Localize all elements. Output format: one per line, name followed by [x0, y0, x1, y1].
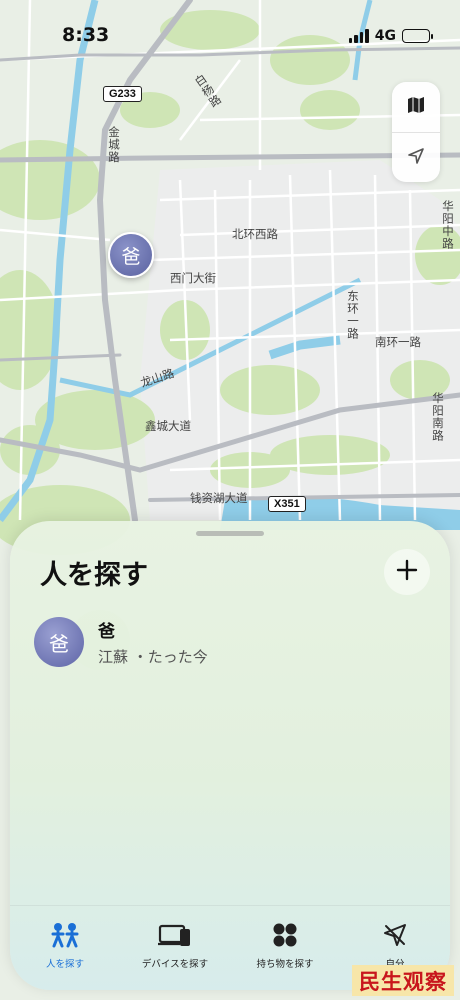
map-label-qian-zi-hu-da-dao: 钱资湖大道	[190, 491, 248, 505]
map-controls	[392, 82, 440, 182]
map-label-dong-huan-yi-road: 东环一路	[346, 290, 360, 340]
map-person-pin[interactable]: 爸	[108, 232, 154, 278]
person-detail: 江蘇 ・たった今	[98, 646, 208, 667]
map-label-hua-yang-zhong-road: 华阳中路	[441, 200, 455, 250]
tab-label-devices: デバイスを探す	[141, 959, 209, 970]
status-bar: 8:33 4G	[0, 0, 460, 70]
tab-people[interactable]: 人を探す	[10, 906, 120, 986]
person-location: 江蘇	[98, 648, 129, 666]
map-label-jin-cheng-road: 金城路	[107, 126, 121, 164]
map-person-initial: 爸	[121, 245, 141, 268]
me-icon	[382, 918, 408, 952]
map-mode-button[interactable]	[392, 82, 440, 132]
people-sheet[interactable]: 人を探す 爸 爸 江蘇 ・たった今 人を探す デバイスを探す 持ち物を探す	[10, 521, 450, 990]
tab-items[interactable]: 持ち物を探す	[230, 906, 340, 986]
items-icon	[272, 918, 298, 952]
person-last-seen: たった今	[147, 648, 208, 666]
map-label-hua-yang-nan-road: 华阳南路	[431, 392, 445, 442]
person-row[interactable]: 爸 爸 江蘇 ・たった今	[32, 617, 432, 673]
detail-separator: ・	[128, 648, 148, 666]
devices-icon	[158, 918, 192, 952]
person-name: 爸	[98, 622, 115, 642]
people-icon	[48, 918, 82, 952]
signal-icon	[348, 29, 369, 43]
person-initial: 爸	[49, 631, 69, 656]
watermark-text: 民生观察	[359, 968, 447, 994]
watermark: 民生观察	[352, 965, 454, 996]
highway-shield-g233: G233	[103, 86, 142, 102]
avatar: 爸	[34, 617, 84, 667]
location-arrow-icon	[406, 146, 426, 170]
map-icon	[406, 95, 426, 119]
tab-label-people: 人を探す	[45, 959, 84, 970]
battery-icon	[402, 29, 433, 43]
add-person-button[interactable]	[384, 549, 430, 595]
highway-shield-x351: X351	[268, 496, 306, 512]
map-label-nan-huan-yi-road: 南环一路	[375, 335, 421, 349]
map-label-bei-huan-xi-road: 北环西路	[232, 227, 278, 241]
map-label-xi-men-da-jie: 西门大街	[170, 271, 216, 285]
status-time: 8:33	[62, 24, 110, 46]
locate-button[interactable]	[392, 132, 440, 182]
tab-devices[interactable]: デバイスを探す	[120, 906, 230, 986]
tab-label-items: 持ち物を探す	[256, 959, 314, 970]
network-type: 4G	[374, 28, 396, 44]
plus-icon	[396, 559, 418, 585]
map-label-xin-cheng-da-dao: 鑫城大道	[145, 419, 191, 433]
sheet-grabber[interactable]	[196, 531, 264, 536]
sheet-title: 人を探す	[40, 560, 148, 591]
